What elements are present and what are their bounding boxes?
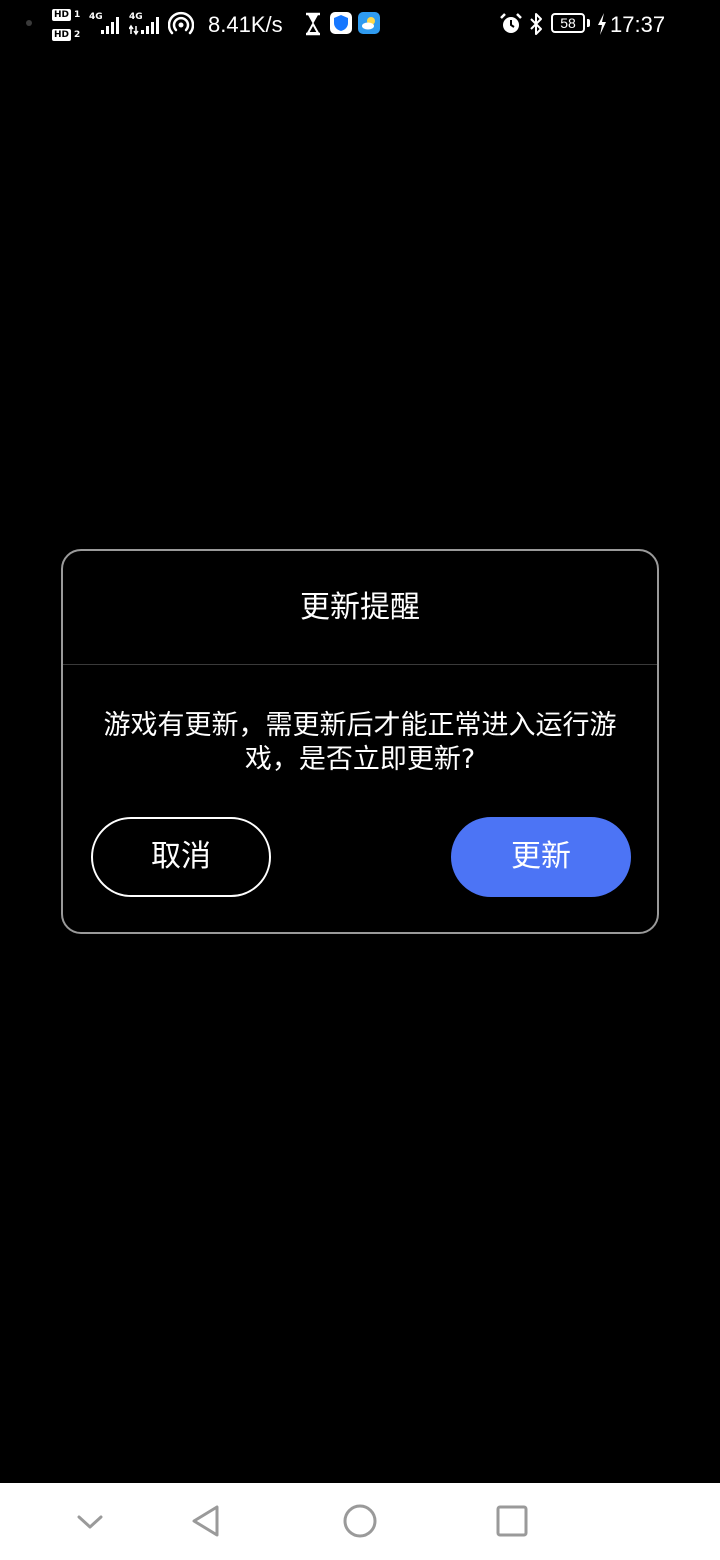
bluetooth-icon [530,13,542,35]
update-dialog: 更新提醒 游戏有更新，需更新后才能正常进入运行游戏，是否立即更新? 取消 更新 [61,549,659,934]
collapse-icon[interactable] [70,1501,110,1541]
screen: HD 1 HD 2 4G 4G 8.41K/s 58 17:37 更新提醒 游戏… [0,0,720,1560]
navigation-bar [0,1483,720,1560]
hourglass-icon [306,12,320,36]
charging-icon [598,13,606,35]
status-bar: HD 1 HD 2 4G 4G 8.41K/s 58 17:37 [0,0,720,50]
wifi-hotspot-icon [168,11,194,35]
cancel-button[interactable]: 取消 [91,817,271,897]
clock: 17:37 [610,12,666,37]
shield-app-icon [330,12,352,34]
dialog-title: 更新提醒 [300,590,420,625]
dialog-divider [63,664,657,665]
update-button[interactable]: 更新 [451,817,631,897]
weather-app-icon [358,12,380,34]
hd2-badge: HD [52,29,72,41]
hd1-badge: HD [52,9,72,21]
back-icon[interactable] [186,1501,226,1541]
home-icon[interactable] [340,1501,380,1541]
hd1-number: 1 [74,10,81,20]
hd-voice-indicator: HD 1 HD 2 [52,8,84,44]
signal-sim1-icon: 4G [89,12,123,36]
battery-icon: 58 [551,13,585,33]
recents-icon[interactable] [492,1501,532,1541]
alarm-icon [500,13,522,33]
network-speed: 8.41K/s [208,12,283,37]
hd2-number: 2 [74,30,81,40]
notification-dot [26,20,32,26]
signal-sim2-icon: 4G [129,12,163,36]
dialog-message: 游戏有更新，需更新后才能正常进入运行游戏，是否立即更新? [103,710,617,775]
battery-tip [587,19,590,27]
